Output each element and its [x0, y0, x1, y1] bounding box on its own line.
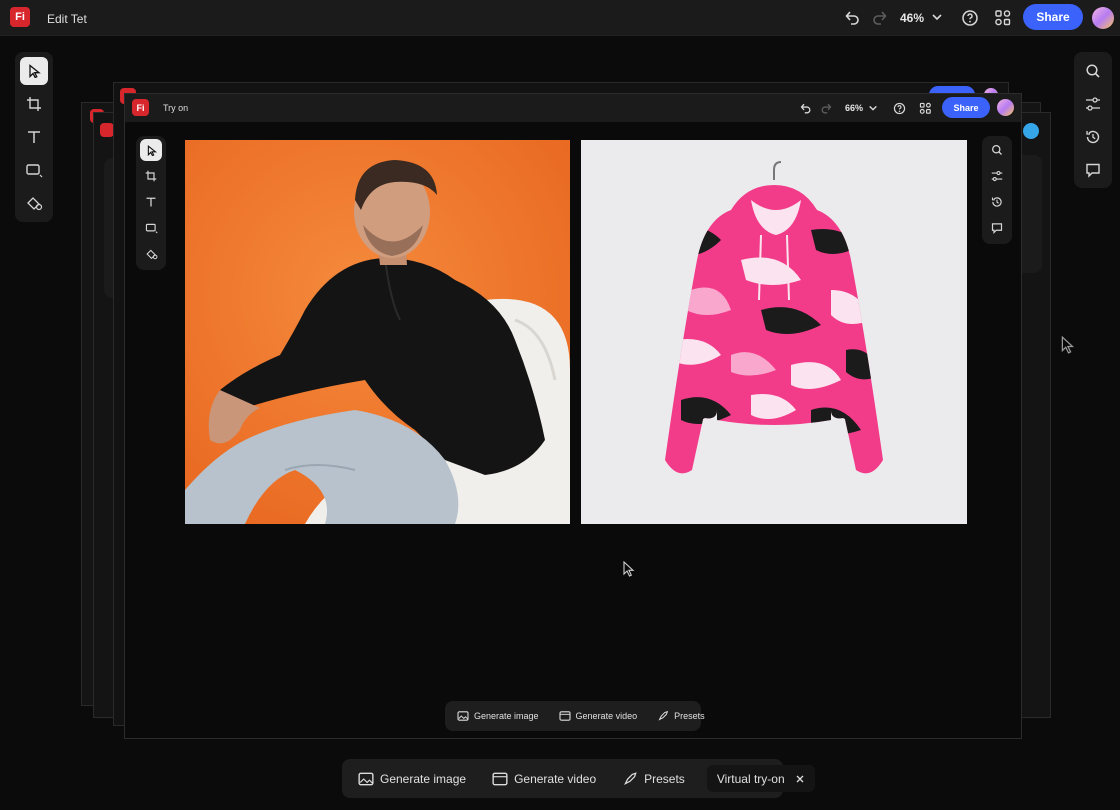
left-toolbar	[136, 136, 166, 270]
virtual-tryon-label: Virtual try-on	[716, 771, 785, 786]
zoom-level[interactable]: 66%	[845, 103, 863, 113]
generate-video-button[interactable]: Generate video	[492, 772, 596, 786]
pointer-icon[interactable]	[140, 139, 162, 161]
generate-image-label: Generate image	[474, 711, 539, 721]
presets-label: Presets	[644, 771, 685, 786]
crop-icon[interactable]	[140, 165, 162, 187]
rocket-icon	[658, 710, 669, 721]
document-title[interactable]: Try on	[163, 103, 188, 113]
text-icon[interactable]	[20, 123, 48, 151]
help-icon[interactable]	[958, 6, 982, 30]
generate-video-label: Generate video	[575, 711, 638, 721]
zoom-level[interactable]: 46%	[900, 11, 924, 25]
chevron-down-icon[interactable]	[867, 102, 879, 114]
image-icon	[358, 772, 374, 785]
history-icon[interactable]	[986, 191, 1008, 213]
image-icon	[457, 711, 469, 721]
cursor-icon	[622, 561, 636, 577]
search-icon[interactable]	[986, 139, 1008, 161]
tryon-top-bar: Fi Try on 66% Share	[125, 94, 1021, 122]
person-image[interactable]	[185, 140, 570, 524]
avatar[interactable]	[997, 99, 1014, 116]
avatar	[1023, 123, 1039, 139]
presets-button[interactable]: Presets	[622, 771, 685, 787]
crop-icon[interactable]	[20, 90, 48, 118]
undo-icon[interactable]	[840, 6, 864, 30]
video-icon	[559, 711, 571, 721]
share-button[interactable]: Share	[1023, 4, 1083, 30]
left-toolbar	[15, 52, 53, 222]
help-icon[interactable]	[891, 100, 907, 116]
comment-icon[interactable]	[986, 217, 1008, 239]
history-icon[interactable]	[1079, 123, 1107, 151]
tryon-window: Fi Try on 66% Share Generate image Gener…	[124, 93, 1022, 739]
generate-video-button[interactable]: Generate video	[559, 711, 638, 721]
right-toolbar	[1074, 52, 1112, 188]
presets-label: Presets	[674, 711, 705, 721]
generate-image-label: Generate image	[380, 771, 467, 786]
rectangle-icon[interactable]	[20, 156, 48, 184]
rocket-icon	[624, 771, 637, 785]
virtual-tryon-chip[interactable]: Virtual try-on	[706, 765, 815, 792]
generate-video-label: Generate video	[514, 771, 597, 786]
sliders-icon[interactable]	[1079, 90, 1107, 118]
video-icon	[492, 772, 508, 785]
text-icon[interactable]	[140, 191, 162, 213]
close-icon[interactable]	[795, 774, 805, 784]
app-logo[interactable]: Fi	[132, 99, 149, 116]
sliders-icon[interactable]	[986, 165, 1008, 187]
presets-button[interactable]: Presets	[657, 710, 705, 722]
hoodie-image[interactable]	[581, 140, 967, 524]
paint-bucket-icon[interactable]	[140, 243, 162, 265]
tryon-generate-bar: Generate image Generate video Presets	[445, 701, 705, 731]
document-title[interactable]: Edit Tet	[47, 12, 87, 26]
search-icon[interactable]	[1079, 57, 1107, 85]
apps-icon[interactable]	[991, 6, 1015, 30]
generate-bar: Generate image Generate video Presets Vi…	[342, 759, 815, 798]
comment-icon[interactable]	[1079, 156, 1107, 184]
cursor-icon	[1060, 336, 1076, 354]
right-toolbar	[982, 136, 1012, 244]
paint-bucket-icon[interactable]	[20, 189, 48, 217]
redo-icon[interactable]	[868, 6, 892, 30]
app-logo	[100, 123, 114, 137]
generate-image-button[interactable]: Generate image	[358, 772, 466, 786]
app-logo[interactable]: Fi	[10, 7, 30, 27]
rectangle-icon[interactable]	[140, 217, 162, 239]
chevron-down-icon[interactable]	[929, 9, 945, 25]
apps-icon[interactable]	[917, 100, 933, 116]
share-button[interactable]: Share	[942, 97, 990, 118]
generate-image-button[interactable]: Generate image	[457, 711, 539, 721]
pointer-icon[interactable]	[20, 57, 48, 85]
top-bar: Fi Edit Tet 46% Share	[0, 0, 1120, 36]
redo-icon[interactable]	[818, 100, 834, 116]
undo-icon[interactable]	[797, 100, 813, 116]
avatar[interactable]	[1092, 7, 1114, 29]
